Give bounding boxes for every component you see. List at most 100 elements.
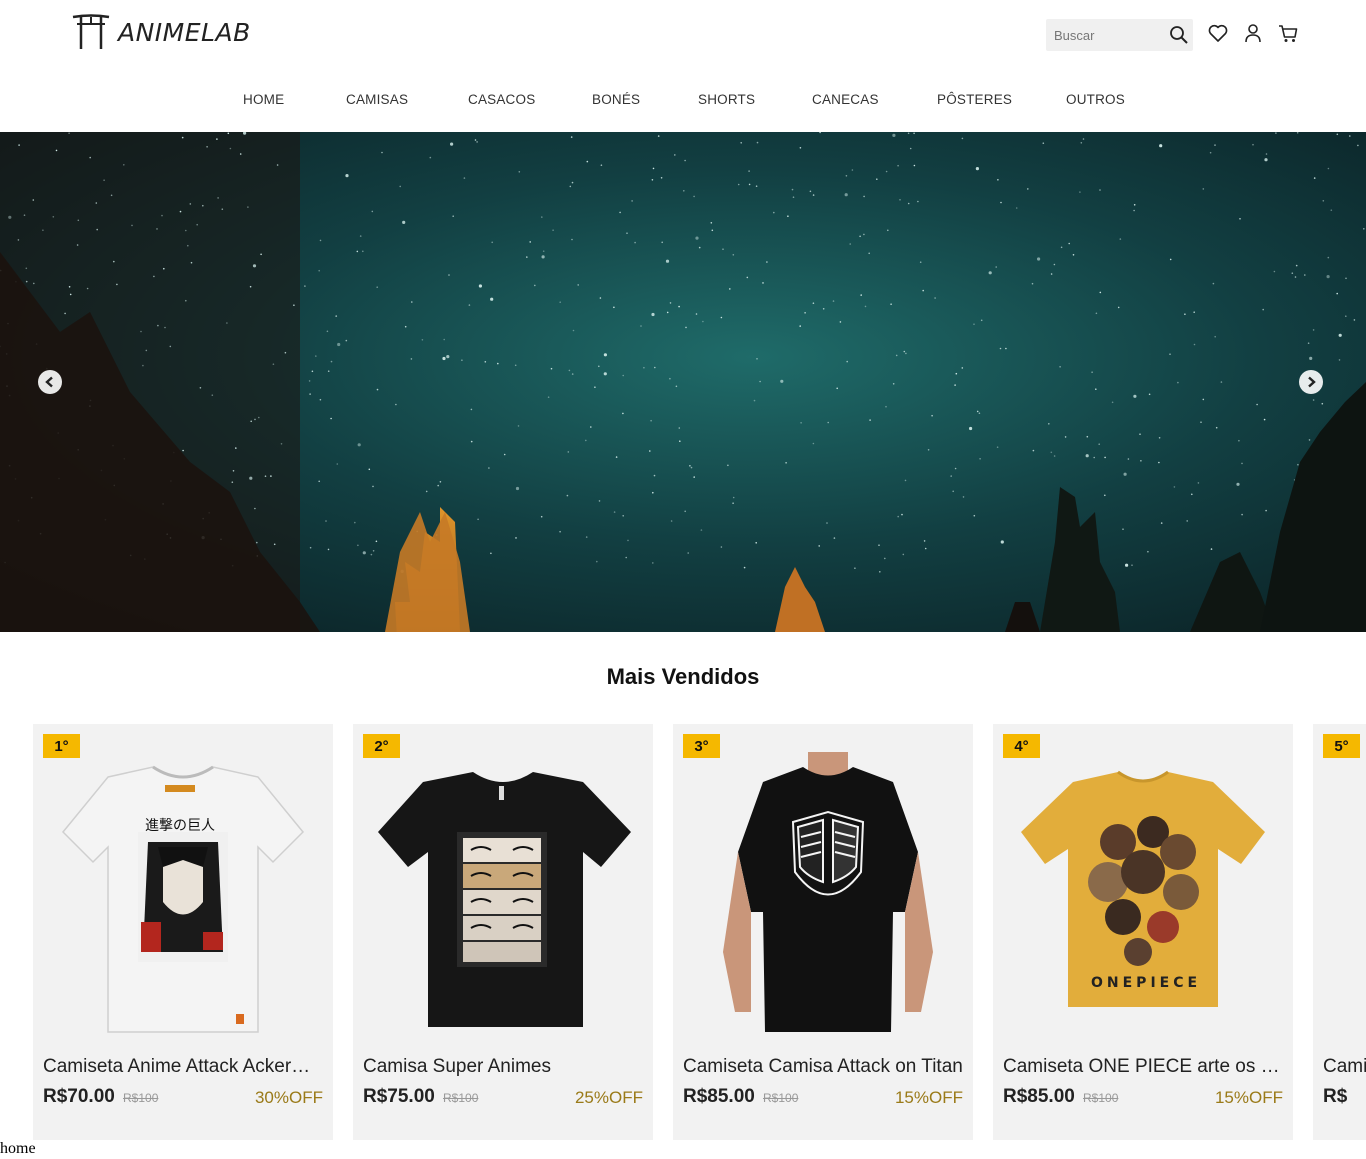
carousel-next-button[interactable] (1299, 370, 1323, 394)
star (260, 253, 262, 256)
nav-item-home[interactable]: HOME (243, 92, 284, 107)
star (1307, 342, 1310, 344)
torii-gate-icon (72, 14, 110, 49)
product-card[interactable]: 5° Camiseta R$ (1313, 724, 1366, 1140)
star (1068, 242, 1070, 245)
route-label: home (0, 1140, 36, 1157)
star (470, 408, 473, 411)
product-card[interactable]: 4° ONEPIECE Camiseta ONE PIECE arte os P… (993, 724, 1293, 1140)
star (780, 379, 784, 383)
star (1173, 486, 1176, 488)
star (25, 280, 28, 283)
user-icon[interactable] (1242, 22, 1264, 44)
star (371, 210, 374, 213)
star (567, 451, 570, 453)
product-card[interactable]: 1° 進撃の巨人 Camiseta Anime Attack Ackerman … (33, 724, 333, 1140)
star (211, 394, 214, 397)
star (429, 156, 432, 159)
star (308, 380, 311, 382)
product-name[interactable]: Camiseta (1323, 1056, 1366, 1078)
star (239, 153, 242, 155)
star (206, 146, 208, 148)
star (1099, 189, 1101, 191)
star (1220, 381, 1223, 383)
star (1158, 437, 1161, 439)
star (187, 244, 189, 247)
star (700, 529, 703, 531)
star (372, 550, 375, 552)
product-name[interactable]: Camiseta Anime Attack Ackerman (43, 1056, 323, 1078)
star (1042, 142, 1045, 144)
star (569, 185, 572, 188)
star (753, 399, 756, 402)
nav-item-camisas[interactable]: CAMISAS (346, 92, 408, 107)
nav-item-shorts[interactable]: SHORTS (698, 92, 755, 107)
star (216, 138, 218, 140)
nav-item-bones[interactable]: BONÉS (592, 92, 640, 107)
nav-item-casacos[interactable]: CASACOS (468, 92, 535, 107)
star (897, 164, 899, 167)
star (627, 539, 629, 542)
star (463, 177, 466, 179)
star (570, 136, 573, 138)
star (973, 323, 975, 325)
star (927, 449, 930, 451)
star (1119, 238, 1122, 240)
heart-icon[interactable] (1207, 22, 1229, 44)
star (231, 481, 234, 484)
star (860, 294, 862, 296)
star (372, 485, 374, 488)
star (787, 215, 789, 217)
star (756, 141, 759, 144)
star (202, 204, 204, 207)
star (1202, 188, 1205, 190)
product-image[interactable]: 進撃の巨人 (53, 752, 313, 1042)
star (156, 228, 158, 230)
star (497, 362, 499, 365)
nav-item-posteres[interactable]: PÔSTERES (937, 92, 1012, 107)
star (1296, 132, 1299, 134)
star (678, 305, 680, 308)
product-name[interactable]: Camisa Super Animes (363, 1056, 643, 1078)
star (1079, 191, 1081, 193)
search-input[interactable] (1046, 19, 1161, 51)
star (559, 301, 561, 303)
carousel-prev-button[interactable] (38, 370, 62, 394)
star (1330, 209, 1333, 211)
star (336, 463, 339, 465)
star (470, 440, 473, 443)
star (337, 342, 341, 347)
star (812, 194, 815, 196)
star (1093, 456, 1095, 459)
star (1027, 188, 1029, 190)
product-name[interactable]: Camiseta ONE PIECE arte os Piratas (1003, 1056, 1283, 1078)
product-image[interactable] (693, 752, 953, 1042)
star (1193, 311, 1195, 313)
best-sellers-carousel: 1° 進撃の巨人 Camiseta Anime Attack Ackerman … (33, 724, 1366, 1140)
cart-icon[interactable] (1277, 22, 1299, 44)
star (899, 199, 901, 201)
star (95, 202, 98, 204)
product-discount: 15%OFF (1214, 1088, 1283, 1107)
star (878, 544, 880, 546)
star (1322, 200, 1325, 202)
star (255, 541, 258, 544)
star (491, 241, 494, 244)
star (622, 515, 624, 517)
product-card[interactable]: 3° Camiseta Camisa Attack on Titan R$85.… (673, 724, 973, 1140)
star (345, 339, 348, 342)
product-name[interactable]: Camiseta Camisa Attack on Titan (683, 1056, 963, 1078)
search-icon[interactable] (1169, 25, 1189, 45)
nav-item-outros[interactable]: OUTROS (1066, 92, 1125, 107)
star (1263, 418, 1266, 421)
star (68, 286, 71, 288)
product-card[interactable]: 2° Camisa Super Animes R$75.00 R$100 25%… (353, 724, 653, 1140)
brand-logo[interactable]: ANIMELAB (72, 14, 251, 50)
star (226, 322, 228, 324)
star (1241, 513, 1243, 516)
product-image[interactable]: ONEPIECE (1013, 752, 1273, 1042)
star (484, 361, 487, 363)
nav-item-canecas[interactable]: CANECAS (812, 92, 879, 107)
product-image[interactable] (373, 752, 633, 1042)
star (687, 552, 689, 554)
